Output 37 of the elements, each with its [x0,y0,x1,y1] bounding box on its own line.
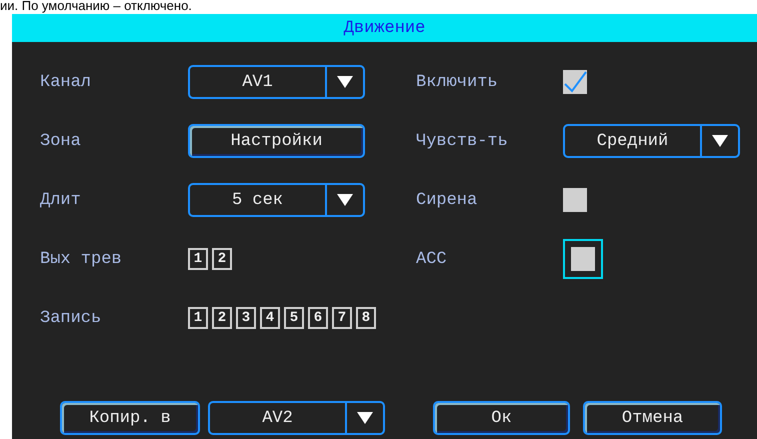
field-label: Зона [40,132,81,150]
field-label: Включить [416,72,498,92]
checkbox[interactable] [571,247,595,271]
button[interactable]: Отмена [583,401,722,435]
checkmark-icon [563,70,587,94]
number-toggle[interactable]: 7 [332,307,352,329]
button[interactable]: Ок [433,401,570,435]
dropdown-arrow-icon [337,194,353,206]
field-label: Канал [40,72,92,92]
button[interactable]: Копир. в [60,401,200,435]
field-label: Вых трев [40,250,122,268]
number-toggle[interactable]: 3 [236,307,256,329]
field-label: Длит [40,190,81,210]
field-label: Сирена [416,190,478,210]
dropdown-arrow-icon [357,412,373,424]
document-text: ии. По умолчанию – отключено. [0,0,192,12]
dropdown[interactable]: AV1 [188,65,365,99]
button[interactable]: Настройки [188,124,365,158]
number-toggle[interactable]: 2 [212,248,232,270]
number-toggle[interactable]: 1 [188,307,208,329]
number-toggle[interactable]: 2 [212,307,232,329]
dropdown[interactable]: 5 сек [188,183,365,217]
dropdown[interactable]: AV2 [208,401,385,435]
dialog-title: Движение [12,14,757,42]
field-label: ACC [416,250,447,268]
number-toggle[interactable]: 4 [260,307,280,329]
checkbox[interactable] [563,188,587,212]
number-toggle[interactable]: 6 [308,307,328,329]
checkbox[interactable] [563,70,587,94]
dropdown-arrow-icon [712,135,728,147]
number-toggle[interactable]: 8 [356,307,376,329]
dropdown-arrow-icon [337,76,353,88]
number-toggle[interactable]: 5 [284,307,304,329]
field-label: Запись [40,308,102,328]
dropdown[interactable]: Средний [563,124,740,158]
number-toggle[interactable]: 1 [188,248,208,270]
field-label: Чувств-ть [416,132,508,150]
